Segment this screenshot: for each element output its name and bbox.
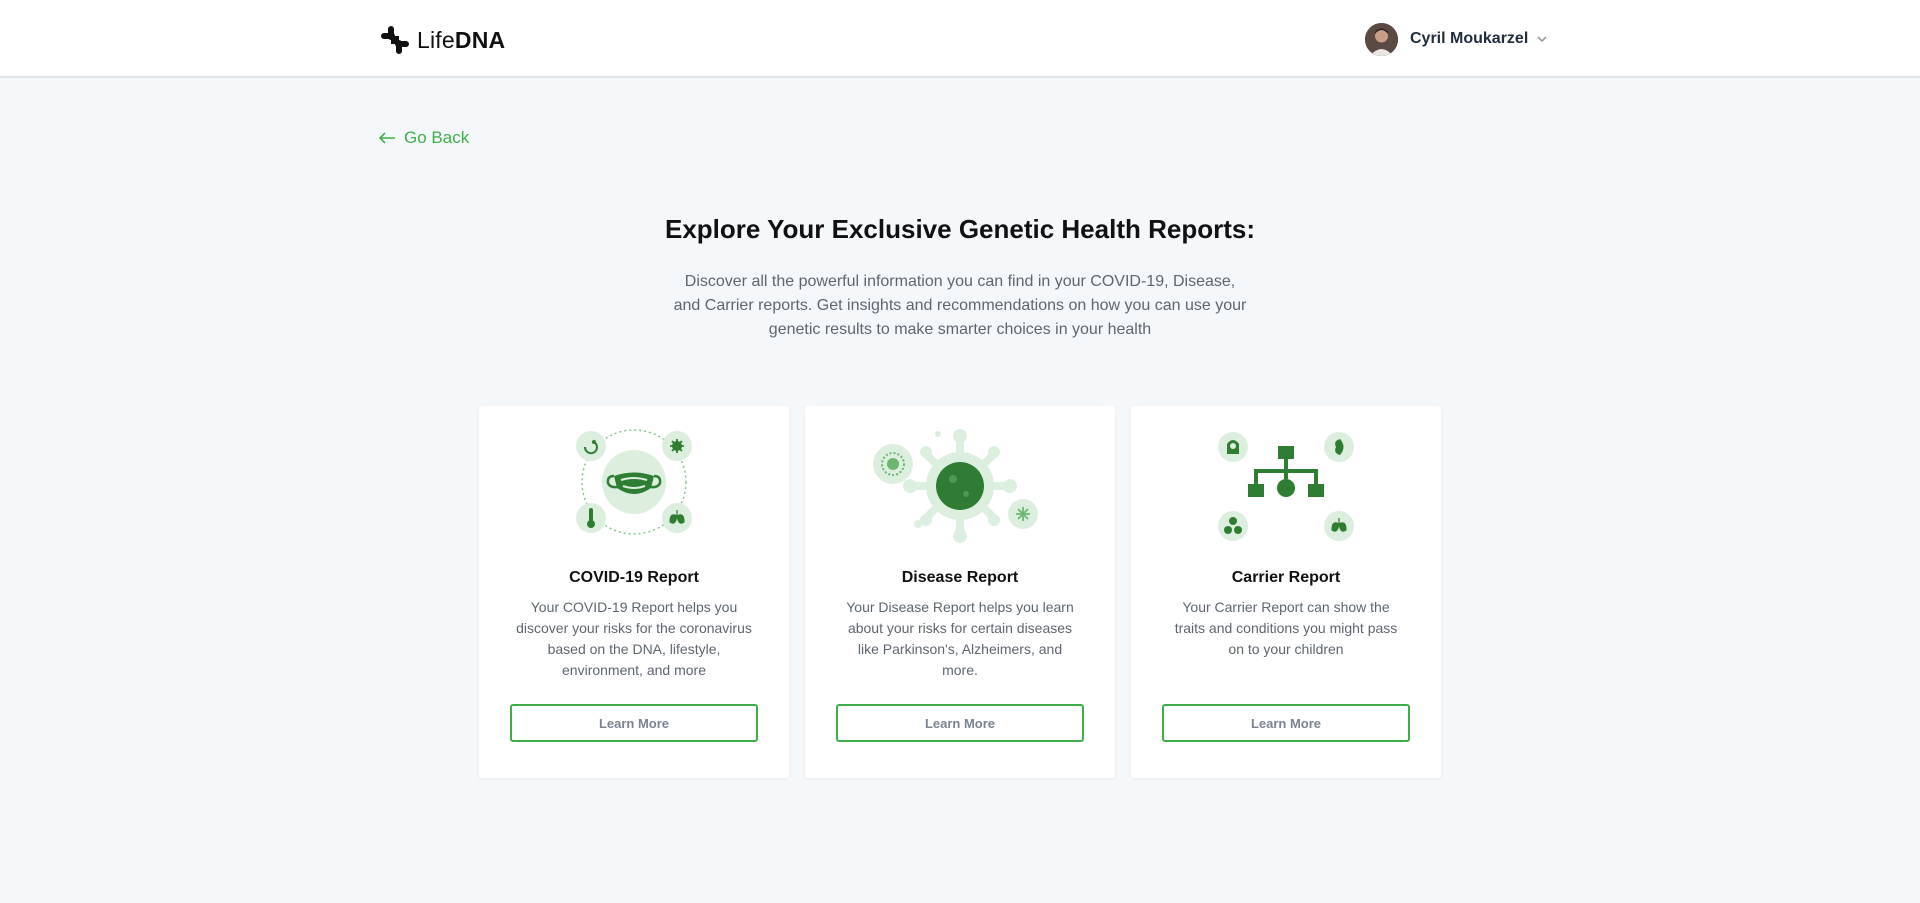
user-menu[interactable]: Cyril Moukarzel xyxy=(1365,22,1548,56)
logo-wordmark-bold: DNA xyxy=(454,26,506,53)
virus-icon xyxy=(873,429,1038,543)
carrier-illustration xyxy=(1131,424,1441,544)
chevron-down-icon xyxy=(1537,36,1547,43)
top-bar: LifeDNA Cyril Moukarzel xyxy=(0,0,1920,78)
card-title: COVID-19 Report xyxy=(569,569,699,586)
arrow-left-icon xyxy=(378,132,395,144)
carrier-report-card: Carrier Report Your Carrier Report can s… xyxy=(1131,406,1441,778)
disease-illustration xyxy=(805,424,1115,544)
carrier-learn-more-button[interactable]: Learn More xyxy=(1162,704,1410,742)
card-description: Your Disease Report helps you learn abou… xyxy=(846,599,1074,678)
covid-illustration xyxy=(479,424,789,544)
lifedna-logo-icon xyxy=(381,26,409,54)
mask-icon xyxy=(576,429,692,535)
page-subtitle: Discover all the powerful information yo… xyxy=(673,273,1247,338)
report-cards: COVID-19 Report Your COVID-19 Report hel… xyxy=(479,406,1441,778)
go-back-label: Go Back xyxy=(404,128,470,147)
family-tree-icon xyxy=(1218,432,1354,541)
disease-report-card: Disease Report Your Disease Report helps… xyxy=(805,406,1115,778)
go-back-link[interactable]: Go Back xyxy=(378,128,469,148)
card-description: Your COVID-19 Report helps you discover … xyxy=(516,599,752,678)
user-avatar xyxy=(1365,22,1398,56)
covid-learn-more-button[interactable]: Learn More xyxy=(510,704,758,742)
card-title: Disease Report xyxy=(901,569,1019,586)
user-name: Cyril Moukarzel xyxy=(1410,30,1529,47)
covid-report-card: COVID-19 Report Your COVID-19 Report hel… xyxy=(479,406,789,778)
card-description: Your Carrier Report can show the traits … xyxy=(1174,599,1398,657)
logo-wordmark-light: Life xyxy=(417,26,455,53)
lifedna-logo[interactable]: LifeDNA xyxy=(379,24,505,56)
disease-learn-more-button[interactable]: Learn More xyxy=(836,704,1084,742)
logo-wordmark: LifeDNA xyxy=(417,27,505,54)
page-title: Explore Your Exclusive Genetic Health Re… xyxy=(664,214,1255,244)
card-title: Carrier Report xyxy=(1231,569,1341,586)
